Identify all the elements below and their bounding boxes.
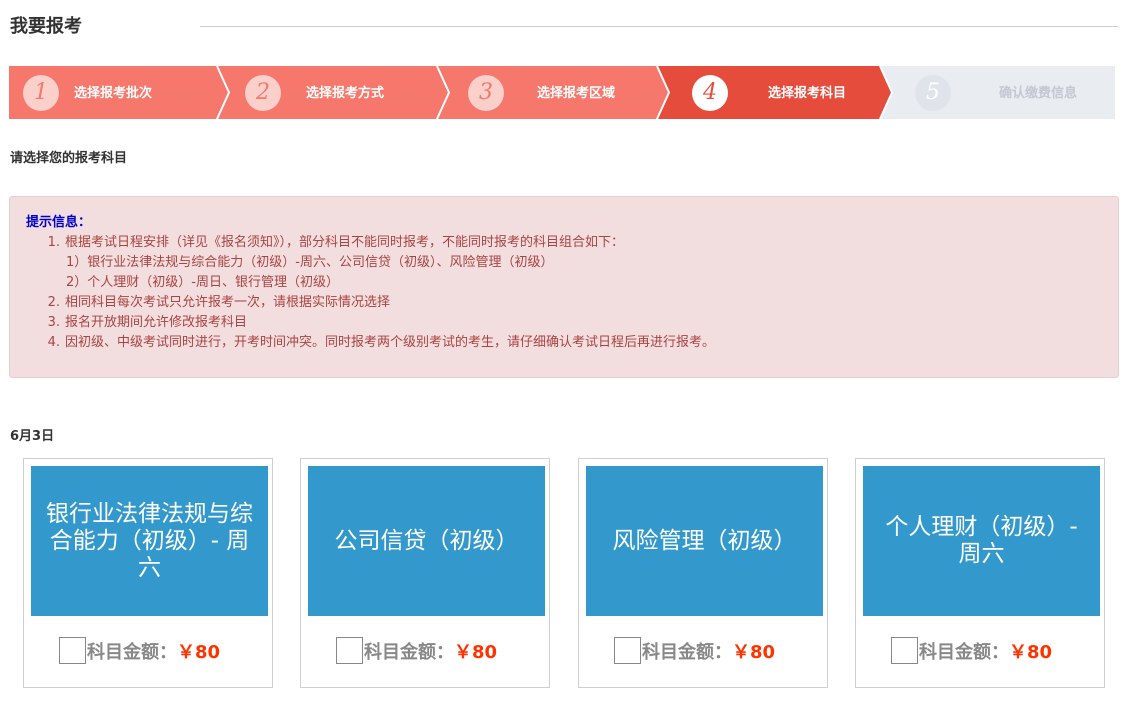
step-progress-bar: 1 选择报考批次 2 选择报考方式 3 选择报考区域 4 选择报考科目 5 确认… [9,66,1115,119]
step-2-number: 2 [245,75,281,111]
fee-label: 科目金额： [87,641,177,663]
subject-checkbox[interactable] [614,637,641,664]
subject-tile[interactable]: 个人理财（初级）- 周六 [863,466,1100,616]
step-4-label: 选择报考科目 [768,86,847,101]
notice-item: 4. 因初级、中级考试同时进行，开考时间冲突。同时报考两个级别考试的考生，请仔细确… [47,335,716,350]
subject-card[interactable]: 银行业法律法规与综合能力（初级）- 周六 科目金额： ￥80 [23,458,273,688]
fee-amount: ￥80 [732,641,776,663]
subject-fee-row: 科目金额： ￥80 [59,637,220,664]
step-3-label: 选择报考区域 [537,86,616,101]
header-divider [200,26,1118,27]
subject-card[interactable]: 公司信贷（初级） 科目金额： ￥80 [300,458,550,688]
subject-fee-row: 科目金额： ￥80 [891,637,1052,664]
notice-item: 2. 相同科目每次考试只允许报考一次，请根据实际情况选择 [47,295,391,310]
fee-label: 科目金额： [364,641,454,663]
subject-name: 风险管理（初级） [612,527,797,554]
fee-label: 科目金额： [642,641,732,663]
section-subtitle: 请选择您的报考科目 [10,151,128,166]
subject-tile[interactable]: 风险管理（初级） [586,466,823,616]
subject-card[interactable]: 风险管理（初级） 科目金额： ￥80 [578,458,828,688]
notice-item: 3. 报名开放期间允许修改报考科目 [47,315,248,330]
page-title: 我要报考 [10,16,82,37]
notice-item: 1. 根据考试日程安排（详见《报名须知》），部分科目不能同时报考，不能同时报考的科… [47,235,625,250]
page-header: 我要报考 [10,14,1118,42]
fee-amount: ￥80 [1009,641,1053,663]
subject-name: 个人理财（初级）- 周六 [885,514,1078,567]
fee-label: 科目金额： [919,641,1009,663]
step-5-label: 确认缴费信息 [999,86,1078,101]
step-4-number: 4 [692,75,728,111]
subject-checkbox[interactable] [891,637,918,664]
step-2-label: 选择报考方式 [306,86,385,101]
notice-subitem: 1）银行业法律法规与综合能力（初级）-周六、公司信贷（初级）、风险管理（初级） [66,255,554,270]
subject-fee-row: 科目金额： ￥80 [614,637,775,664]
step-1-label: 选择报考批次 [74,86,153,101]
notice-box: 提示信息： 1. 根据考试日程安排（详见《报名须知》），部分科目不能同时报考，不能… [9,196,1119,378]
fee-amount: ￥80 [177,641,221,663]
subject-name: 公司信贷（初级） [334,527,519,554]
step-1-number: 1 [23,75,59,111]
fee-amount: ￥80 [454,641,498,663]
subject-tile[interactable]: 公司信贷（初级） [308,466,545,616]
step-3-number: 3 [468,75,504,111]
subject-name: 银行业法律法规与综合能力（初级）- 周六 [46,500,253,581]
subject-checkbox[interactable] [336,637,363,664]
notice-title: 提示信息： [26,215,92,230]
exam-date-label: 6月3日 [10,429,55,444]
notice-subitem: 2）个人理财（初级）-周日、银行管理（初级） [66,275,339,290]
subject-checkbox[interactable] [59,637,86,664]
subject-tile[interactable]: 银行业法律法规与综合能力（初级）- 周六 [31,466,268,616]
step-5-number: 5 [915,75,951,111]
subject-card[interactable]: 个人理财（初级）- 周六 科目金额： ￥80 [855,458,1105,688]
subject-fee-row: 科目金额： ￥80 [336,637,497,664]
